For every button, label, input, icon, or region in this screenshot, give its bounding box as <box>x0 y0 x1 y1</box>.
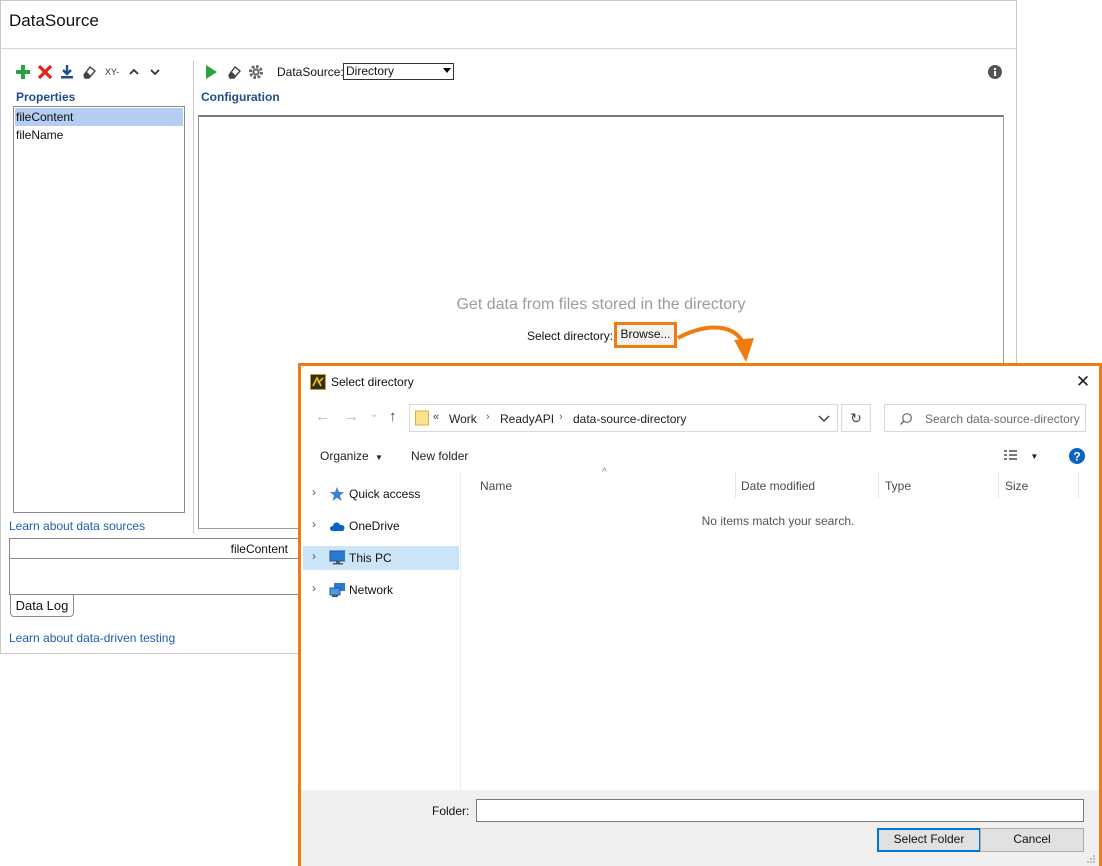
callout-arrow-icon <box>677 325 754 362</box>
run-icon[interactable] <box>203 64 219 80</box>
datasource-type-value: Directory <box>346 64 395 78</box>
organize-button[interactable]: Organize ▼ <box>320 449 383 463</box>
chevron-right-icon[interactable]: › <box>312 549 316 563</box>
refresh-icon: ↻ <box>850 410 862 426</box>
column-divider[interactable] <box>735 472 736 498</box>
column-header-type[interactable]: Type <box>885 479 911 493</box>
chevron-right-icon[interactable]: › <box>312 581 316 595</box>
resize-grip-icon[interactable] <box>1086 854 1096 864</box>
learn-data-sources-link[interactable]: Learn about data sources <box>9 519 145 533</box>
nav-item-label: This PC <box>349 551 392 565</box>
properties-label: Properties <box>16 90 76 104</box>
folder-icon <box>415 410 429 426</box>
up-icon[interactable]: ↑ <box>389 408 397 425</box>
chevron-down-icon: ▼ <box>375 453 383 462</box>
browse-button[interactable]: Browse... <box>614 322 677 348</box>
breadcrumb-separator-icon: › <box>559 411 563 423</box>
column-header-size[interactable]: Size <box>1005 479 1028 493</box>
nav-item-label: Network <box>349 583 394 597</box>
gear-icon[interactable] <box>248 64 264 80</box>
select-directory-dialog: Select directory ✕ ← → ⌄ ↑ « Work › Read… <box>298 363 1102 866</box>
delete-property-icon[interactable] <box>37 64 53 80</box>
tab-data-log[interactable]: Data Log <box>10 595 74 617</box>
nav-item-label: Quick access <box>349 487 421 501</box>
recent-locations-icon[interactable]: ⌄ <box>370 409 378 420</box>
log-column-header[interactable]: fileContent <box>9 538 299 559</box>
close-icon[interactable]: ✕ <box>1073 372 1093 392</box>
configuration-hint: Get data from files stored in the direct… <box>456 296 746 313</box>
navigation-pane: › Quick access › OneDrive › This PC › Ne… <box>301 472 461 790</box>
nav-item-quick-access[interactable]: › Quick access <box>303 482 459 506</box>
property-item[interactable]: fileName <box>15 126 183 144</box>
nav-item-this-pc[interactable]: › This PC <box>303 546 459 570</box>
properties-list[interactable]: fileContent fileName <box>13 106 185 513</box>
readyapi-app-icon <box>310 374 326 390</box>
forward-icon[interactable]: → <box>344 408 359 425</box>
eraser-icon[interactable] <box>81 64 97 80</box>
page-title: DataSource <box>9 11 99 30</box>
eraser-icon[interactable] <box>226 64 242 80</box>
search-placeholder: Search data-source-directory <box>925 412 1080 426</box>
new-folder-button[interactable]: New folder <box>411 449 468 463</box>
chevron-down-icon <box>443 68 451 73</box>
address-bar[interactable]: « Work › ReadyAPI › data-source-director… <box>409 404 838 432</box>
move-down-icon[interactable] <box>147 64 163 80</box>
chevron-down-icon: ▼ <box>1030 452 1039 461</box>
title-divider <box>0 48 1016 49</box>
move-up-icon[interactable] <box>126 64 142 80</box>
empty-message: No items match your search. <box>701 514 855 528</box>
search-input[interactable]: Search data-source-directory <box>884 404 1086 432</box>
learn-data-driven-link[interactable]: Learn about data-driven testing <box>9 631 175 645</box>
configuration-label: Configuration <box>201 90 280 104</box>
chevron-down-icon[interactable] <box>818 415 830 423</box>
cancel-button[interactable]: Cancel <box>980 828 1084 852</box>
breadcrumb-item[interactable]: Work <box>449 412 477 426</box>
download-icon[interactable] <box>59 64 75 80</box>
info-icon[interactable] <box>987 64 1003 80</box>
view-details-icon <box>1004 450 1017 460</box>
column-divider[interactable] <box>1078 472 1079 498</box>
panel-splitter[interactable] <box>193 60 194 534</box>
svg-text:?: ? <box>1073 450 1080 464</box>
folder-input[interactable] <box>476 799 1084 822</box>
nav-item-onedrive[interactable]: › OneDrive <box>303 514 459 538</box>
select-directory-label: Select directory: <box>527 329 614 343</box>
breadcrumb-item[interactable]: ReadyAPI <box>500 412 554 426</box>
breadcrumb-separator-icon: › <box>486 411 490 423</box>
help-icon[interactable]: ? <box>1068 447 1086 468</box>
network-icon <box>329 583 345 597</box>
nav-item-label: OneDrive <box>349 519 400 533</box>
nav-item-network[interactable]: › Network <box>303 578 459 602</box>
column-divider[interactable] <box>878 472 879 498</box>
star-icon <box>330 487 344 501</box>
xy-icon[interactable]: XY- <box>103 64 121 80</box>
add-property-icon[interactable] <box>15 64 31 80</box>
column-divider[interactable] <box>998 472 999 498</box>
breadcrumb-item[interactable]: data-source-directory <box>573 412 686 426</box>
cloud-icon <box>330 522 345 531</box>
folder-label: Folder: <box>432 804 470 818</box>
file-list-header: ^ Name Date modified Type Size <box>463 467 1093 498</box>
property-item[interactable]: fileContent <box>15 108 183 126</box>
column-header-date-modified[interactable]: Date modified <box>741 479 815 493</box>
chevron-right-icon[interactable]: › <box>312 517 316 531</box>
search-icon <box>900 413 912 425</box>
column-header-name[interactable]: Name <box>480 479 512 493</box>
view-options-button[interactable]: ▼ <box>1003 448 1038 465</box>
breadcrumb-prefix: « <box>433 411 440 423</box>
dialog-title: Select directory <box>331 375 414 389</box>
sort-ascending-icon: ^ <box>602 467 607 478</box>
refresh-button[interactable]: ↻ <box>841 404 871 432</box>
dialog-titlebar[interactable] <box>301 366 1099 398</box>
monitor-icon <box>329 550 345 565</box>
organize-label: Organize <box>320 449 369 463</box>
chevron-right-icon[interactable]: › <box>312 485 316 499</box>
datasource-field-label: DataSource: <box>277 65 344 79</box>
select-folder-button[interactable]: Select Folder <box>877 828 981 852</box>
back-icon[interactable]: ← <box>315 408 330 425</box>
datasource-type-select[interactable]: Directory <box>343 63 454 80</box>
